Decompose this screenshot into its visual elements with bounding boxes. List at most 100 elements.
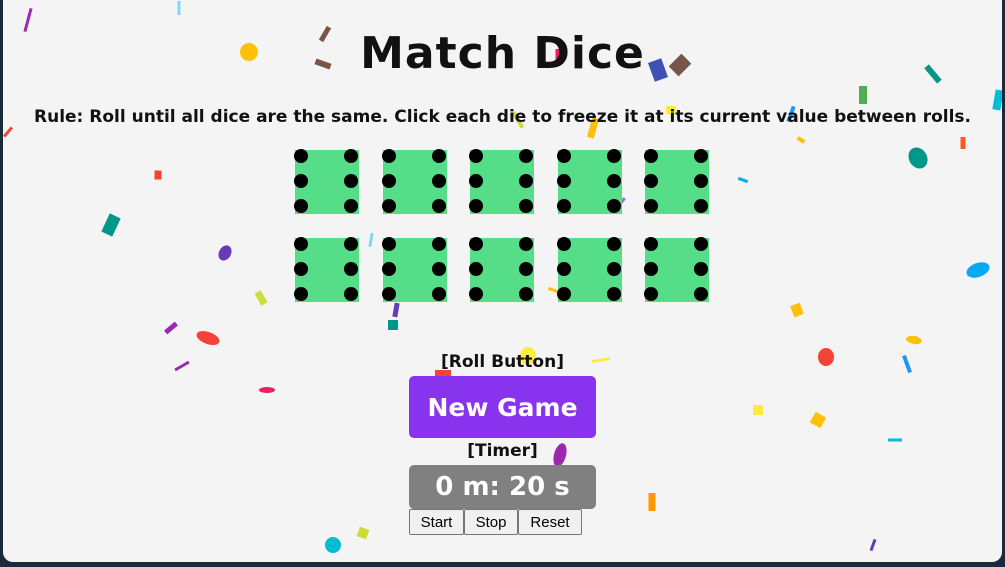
confetti-piece — [325, 537, 341, 553]
die-pip — [381, 287, 396, 301]
reset-button[interactable]: Reset — [518, 509, 582, 535]
die-pip — [431, 287, 446, 301]
confetti-piece — [869, 538, 877, 552]
confetti-piece — [101, 213, 121, 237]
die-pip — [519, 149, 533, 163]
die-pip — [644, 149, 658, 163]
die-pip — [606, 149, 621, 163]
die-10[interactable] — [644, 237, 709, 302]
rule-text: Rule: Roll until all dice are the same. … — [34, 107, 971, 127]
die-pip — [694, 262, 708, 276]
die-pip — [519, 237, 533, 251]
die-pip — [431, 199, 446, 213]
start-button[interactable]: Start — [409, 509, 464, 535]
confetti-piece — [859, 86, 867, 104]
die-pip — [606, 199, 621, 213]
die-pip — [556, 262, 571, 276]
confetti-piece — [196, 331, 220, 345]
die-pip — [556, 287, 571, 301]
confetti-piece — [218, 245, 232, 261]
die-pip — [294, 237, 308, 251]
stop-button[interactable]: Stop — [464, 509, 518, 535]
die-5[interactable] — [644, 149, 709, 214]
die-pip — [431, 262, 446, 276]
confetti-piece — [388, 320, 398, 330]
confetti-piece — [164, 321, 178, 335]
die-pip — [519, 174, 533, 188]
die-pip — [469, 237, 483, 251]
die-pip — [556, 237, 571, 251]
die-pip — [469, 149, 483, 163]
die-pip — [431, 174, 446, 188]
confetti-piece — [254, 290, 268, 306]
confetti-piece — [356, 526, 370, 540]
die-pip — [694, 287, 708, 301]
die-3[interactable] — [469, 149, 534, 214]
confetti-piece — [368, 232, 374, 248]
die-pip — [344, 287, 358, 301]
die-pip — [381, 237, 396, 251]
die-pip — [431, 237, 446, 251]
die-9[interactable] — [556, 237, 622, 302]
confetti-piece — [3, 126, 14, 138]
confetti-piece — [648, 493, 656, 511]
die-2[interactable] — [381, 149, 447, 214]
die-pip — [344, 149, 358, 163]
die-pip — [606, 262, 621, 276]
die-pip — [294, 149, 308, 163]
die-pip — [644, 262, 658, 276]
die-pip — [694, 149, 708, 163]
die-pip — [381, 199, 396, 213]
die-pip — [556, 174, 571, 188]
die-pip — [606, 174, 621, 188]
die-pip — [644, 174, 658, 188]
die-pip — [694, 174, 708, 188]
die-pip — [519, 287, 533, 301]
die-pip — [606, 287, 621, 301]
die-pip — [644, 287, 658, 301]
die-pip — [294, 174, 308, 188]
die-8[interactable] — [469, 237, 534, 302]
die-pip — [469, 199, 483, 213]
die-pip — [644, 199, 658, 213]
confetti-piece — [790, 302, 804, 318]
die-6[interactable] — [294, 237, 359, 302]
confetti-piece — [737, 176, 749, 184]
confetti-piece — [796, 136, 806, 144]
die-pip — [556, 149, 571, 163]
die-pip — [469, 174, 483, 188]
die-pip — [381, 149, 396, 163]
page-title: Match Dice — [360, 28, 645, 79]
die-1[interactable] — [294, 149, 359, 214]
confetti-piece — [753, 405, 763, 415]
confetti-piece — [966, 262, 990, 278]
die-7[interactable] — [381, 237, 447, 302]
die-pip — [556, 199, 571, 213]
die-pip — [294, 287, 308, 301]
die-4[interactable] — [556, 149, 622, 214]
timer-display: 0 m: 20 s — [409, 465, 596, 509]
confetti-piece — [906, 335, 922, 345]
confetti-piece — [809, 411, 827, 429]
die-pip — [381, 262, 396, 276]
confetti-piece — [960, 137, 966, 149]
die-pip — [694, 199, 708, 213]
die-pip — [694, 237, 708, 251]
confetti-piece — [177, 1, 181, 15]
confetti-piece — [154, 170, 162, 180]
die-pip — [344, 199, 358, 213]
confetti-piece — [259, 387, 275, 393]
roll-button-label: [Roll Button] — [441, 352, 564, 372]
timer-label: [Timer] — [467, 441, 538, 461]
confetti-piece — [392, 302, 400, 318]
die-pip — [294, 262, 308, 276]
die-pip — [644, 237, 658, 251]
die-pip — [431, 149, 446, 163]
die-pip — [469, 262, 483, 276]
game-stage: Match Dice Rule: Roll until all dice are… — [3, 0, 1002, 562]
die-pip — [344, 174, 358, 188]
new-game-button[interactable]: New Game — [409, 376, 596, 438]
die-pip — [344, 237, 358, 251]
die-pip — [469, 287, 483, 301]
die-pip — [606, 237, 621, 251]
